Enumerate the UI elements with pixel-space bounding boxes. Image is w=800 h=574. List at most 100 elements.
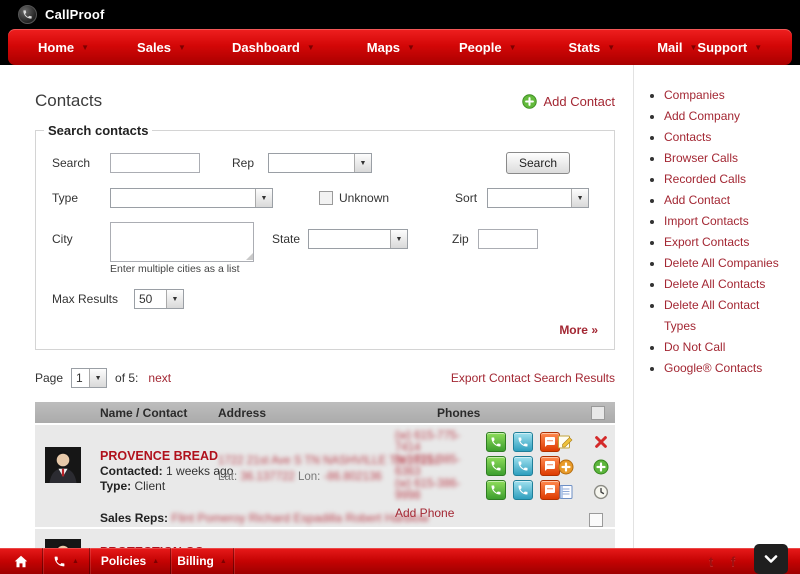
sidebar-item-browser-calls[interactable]: Browser Calls xyxy=(664,151,738,165)
max-results-row: Max Results 50 ▼ xyxy=(52,289,606,309)
select-all-checkbox[interactable] xyxy=(591,406,605,420)
caret-up-icon: ▲ xyxy=(152,558,160,565)
add-plus-icon xyxy=(522,93,538,109)
contact-name-link[interactable]: PROVENCE BREAD xyxy=(100,449,218,463)
nav-label: Stats xyxy=(568,39,601,55)
state-select[interactable]: ▼ xyxy=(308,229,408,249)
sidebar-item-delete-all-contact-types[interactable]: Delete All Contact Types xyxy=(664,298,759,333)
lat-value: 36.137722 xyxy=(240,471,295,483)
next-page-link[interactable]: next xyxy=(148,371,171,385)
max-results-value: 50 xyxy=(139,292,153,306)
city-textarea[interactable] xyxy=(110,222,254,262)
max-results-select[interactable]: 50 ▼ xyxy=(134,289,184,309)
type-select[interactable]: ▼ xyxy=(110,188,273,208)
nav-item-home[interactable]: Home ▼ xyxy=(38,40,89,55)
phone-row: (w) 615-385-6363 xyxy=(395,454,560,478)
phone-row: (w) 615-386-9998 xyxy=(395,478,560,502)
zip-input[interactable] xyxy=(478,229,538,249)
phone-icon xyxy=(54,556,65,566)
caret-up-icon: ▲ xyxy=(219,558,227,565)
nav-item-sales[interactable]: Sales ▼ xyxy=(137,40,186,55)
call-icon[interactable] xyxy=(486,480,506,500)
phones-cell: (w) 615-775-7414 (w) 615-385-6363 (w) 61… xyxy=(395,430,560,520)
sidebar-item-export-contacts[interactable]: Export Contacts xyxy=(664,235,749,249)
top-header-bar: CallProof xyxy=(0,0,800,28)
nav-item-maps[interactable]: Maps ▼ xyxy=(367,40,415,55)
nav-label: Home xyxy=(38,39,75,55)
chevron-down-icon: ▼ xyxy=(306,43,315,52)
sidebar-item-companies[interactable]: Companies xyxy=(664,88,725,102)
content-column: Contacts Add Contact Search contacts Sea… xyxy=(0,65,633,574)
search-contacts-legend: Search contacts xyxy=(48,123,149,138)
list-item: Delete All Contact Types xyxy=(664,295,782,337)
facebook-icon[interactable]: f xyxy=(722,554,744,569)
rep-select[interactable]: ▼ xyxy=(268,153,372,173)
call-icon[interactable] xyxy=(486,432,506,452)
nav-item-stats[interactable]: Stats ▼ xyxy=(568,40,615,55)
sidebar-item-google-contacts[interactable]: Google® Contacts xyxy=(664,361,762,375)
add-event-icon[interactable] xyxy=(557,458,574,475)
main-nav: Home ▼ Sales ▼ Dashboard ▼ Maps ▼ People ▼ St… xyxy=(8,29,792,65)
nav-label: Mail xyxy=(657,39,683,55)
sidebar-item-import-contacts[interactable]: Import Contacts xyxy=(664,214,749,228)
sidebar-item-add-company[interactable]: Add Company xyxy=(664,109,740,123)
chat-toggle-button[interactable] xyxy=(754,544,788,574)
twitter-icon[interactable]: t xyxy=(700,554,722,569)
callproof-logo-icon xyxy=(18,4,37,24)
history-clock-icon[interactable] xyxy=(592,483,609,500)
export-results-link[interactable]: Export Contact Search Results xyxy=(451,371,615,385)
quick-links-sidebar: Companies Add Company Contacts Browser C… xyxy=(633,65,800,574)
nav-item-support[interactable]: Support ▼ xyxy=(697,40,762,55)
footer-home-button[interactable] xyxy=(0,548,43,574)
lon-label: Lon: xyxy=(297,471,321,483)
footer-policies-menu[interactable]: Policies ▲ xyxy=(90,548,171,574)
call-icon[interactable] xyxy=(486,456,506,476)
add-contact-link[interactable]: Add Contact xyxy=(522,94,615,109)
more-link[interactable]: More » xyxy=(40,323,598,337)
browser-call-icon[interactable] xyxy=(513,432,533,452)
chevron-down-icon: ▼ xyxy=(689,43,698,52)
search-button[interactable]: Search xyxy=(505,152,570,174)
page-select[interactable]: 1 ▼ xyxy=(71,368,108,388)
nav-item-dashboard[interactable]: Dashboard ▼ xyxy=(232,40,315,55)
sidebar-item-delete-all-companies[interactable]: Delete All Companies xyxy=(664,256,779,270)
type-row: Type ▼ Unknown Sort ▼ xyxy=(52,188,606,208)
browser-call-icon[interactable] xyxy=(513,456,533,476)
phone-row: (w) 615-775-7414 xyxy=(395,430,560,454)
page-label: Page xyxy=(35,371,64,385)
nav-label: Support xyxy=(697,39,748,55)
quick-links-list: Companies Add Company Contacts Browser C… xyxy=(638,85,800,379)
delete-icon[interactable] xyxy=(592,433,609,450)
nav-item-mail[interactable]: Mail ▼ xyxy=(657,40,697,55)
chevron-down-icon xyxy=(764,554,778,563)
name-cell: PROVENCE BREAD Contacted: 1 weeks ago Ty… xyxy=(100,449,233,494)
list-item: Delete All Contacts xyxy=(664,274,800,295)
unknown-checkbox[interactable] xyxy=(319,191,333,205)
sidebar-item-do-not-call[interactable]: Do Not Call xyxy=(664,340,725,354)
search-input[interactable] xyxy=(110,153,200,173)
caret-up-icon: ▲ xyxy=(72,558,79,565)
row-checkbox[interactable] xyxy=(589,513,603,527)
sidebar-item-add-contact[interactable]: Add Contact xyxy=(664,193,730,207)
sort-select[interactable]: ▼ xyxy=(487,188,590,208)
edit-icon[interactable] xyxy=(557,433,574,450)
chevron-down-icon: ▼ xyxy=(390,230,407,248)
col-header-name: Name / Contact xyxy=(100,405,188,420)
list-item: Do Not Call xyxy=(664,337,800,358)
nav-label: Maps xyxy=(366,39,401,55)
footer-billing-menu[interactable]: Billing ▲ xyxy=(171,548,234,574)
sidebar-item-delete-all-contacts[interactable]: Delete All Contacts xyxy=(664,277,765,291)
zip-label: Zip xyxy=(452,232,469,246)
sidebar-item-recorded-calls[interactable]: Recorded Calls xyxy=(664,172,746,186)
city-row: City Enter multiple cities as a list Sta… xyxy=(52,222,606,275)
add-opportunity-icon[interactable] xyxy=(592,458,609,475)
browser-call-icon[interactable] xyxy=(513,480,533,500)
notes-icon[interactable] xyxy=(557,483,574,500)
resize-grip-icon[interactable] xyxy=(246,253,253,260)
chevron-down-icon: ▼ xyxy=(166,290,183,308)
footer-phone-menu[interactable]: ▲ xyxy=(43,548,90,574)
col-header-phones: Phones xyxy=(437,405,481,420)
sidebar-item-contacts[interactable]: Contacts xyxy=(664,130,711,144)
chevron-down-icon: ▼ xyxy=(754,43,763,52)
nav-item-people[interactable]: People ▼ xyxy=(459,40,517,55)
